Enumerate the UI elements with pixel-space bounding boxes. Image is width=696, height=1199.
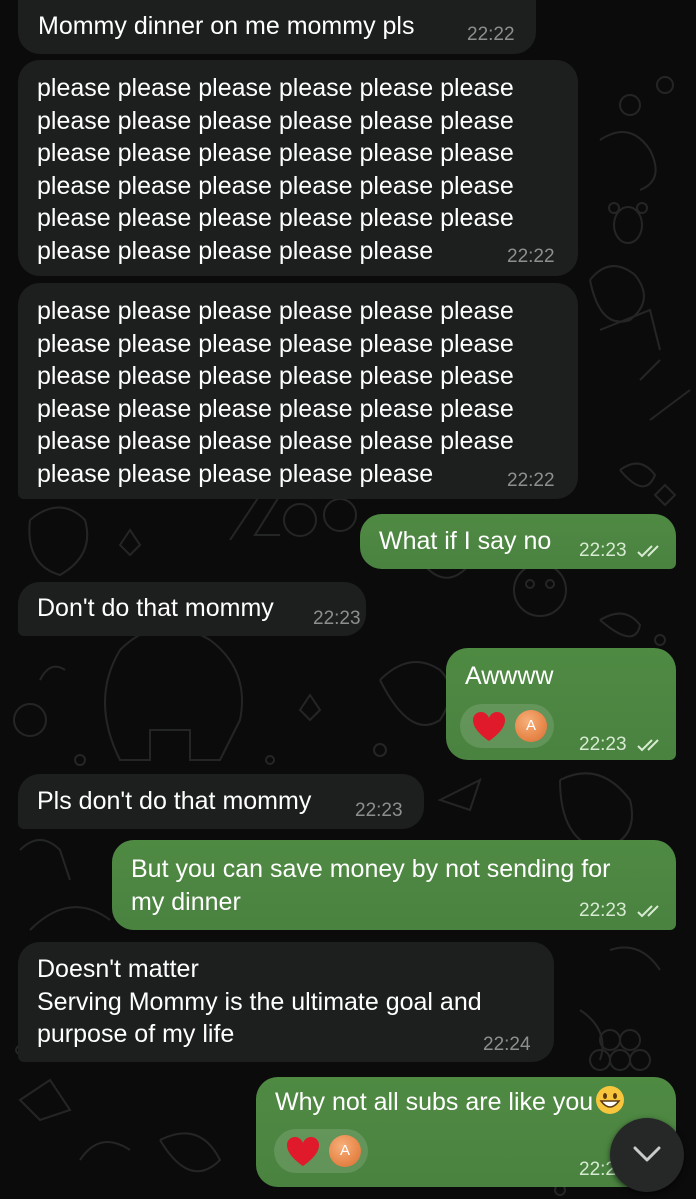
- message-text-line: purpose of my life: [37, 1020, 235, 1048]
- message-time: 22:22: [507, 246, 555, 267]
- double-check-icon: [637, 545, 659, 558]
- double-check-icon: [637, 905, 659, 918]
- message-text: Mommy dinner on me mommy pls: [38, 12, 415, 40]
- message-text: Why not all subs are like you: [275, 1085, 625, 1119]
- reaction-chip[interactable]: A: [274, 1129, 368, 1173]
- reactor-avatar: A: [329, 1135, 361, 1167]
- outgoing-message[interactable]: What if I say no 22:23: [360, 514, 676, 569]
- message-text-line: please please please please please pleas…: [37, 139, 514, 167]
- incoming-message[interactable]: Mommy dinner on me mommy pls 22:22: [18, 0, 536, 54]
- message-time: 22:23: [579, 540, 627, 561]
- message-text-line: please please please please please pleas…: [37, 171, 514, 200]
- message-text-line: my dinner: [131, 887, 241, 916]
- incoming-message[interactable]: Don't do that mommy 22:23: [18, 582, 366, 636]
- incoming-message[interactable]: Doesn't matter Serving Mommy is the ulti…: [18, 942, 554, 1062]
- reaction-chip[interactable]: A: [460, 704, 554, 748]
- message-time: 22:23: [579, 734, 627, 755]
- message-text-line: please please please please please pleas…: [37, 297, 514, 325]
- message-time: 22:24: [483, 1034, 531, 1055]
- message-time: 22:23: [313, 608, 361, 629]
- chat-view[interactable]: Mommy dinner on me mommy pls 22:22 pleas…: [0, 0, 696, 1199]
- message-text-line: please please please please please pleas…: [37, 204, 514, 232]
- double-check-icon: [637, 739, 659, 752]
- message-text-line: please please please please please pleas…: [37, 394, 514, 423]
- incoming-message[interactable]: please please please please please pleas…: [18, 283, 578, 499]
- outgoing-message[interactable]: But you can save money by not sending fo…: [112, 840, 676, 930]
- message-text: What if I say no: [379, 527, 552, 555]
- red-heart-icon: [473, 712, 505, 741]
- message-text: Don't do that mommy: [37, 594, 274, 622]
- outgoing-message[interactable]: Awwww A 22:23: [446, 648, 676, 760]
- message-text-line: please please please please please pleas…: [37, 106, 514, 135]
- message-time: 22:23: [579, 900, 627, 921]
- grinning-face-icon: [596, 1086, 625, 1114]
- message-time: 22:22: [507, 470, 555, 491]
- message-text-line: Serving Mommy is the ultimate goal and: [37, 987, 482, 1016]
- red-heart-icon: [287, 1137, 319, 1166]
- chevron-down-icon: [633, 1146, 661, 1162]
- message-text-line: But you can save money by not sending fo…: [131, 855, 611, 883]
- scroll-to-bottom-button[interactable]: [610, 1118, 684, 1192]
- message-text-line: please please please please please: [37, 236, 434, 265]
- reactor-avatar: A: [515, 710, 547, 742]
- message-text-line: please please please please please pleas…: [37, 74, 514, 102]
- message-time: 22:23: [355, 800, 403, 821]
- message-text-line: please please please please please pleas…: [37, 362, 514, 390]
- message-text-line: Doesn't matter: [37, 955, 199, 983]
- message-text-line: please please please please please: [37, 459, 434, 488]
- message-text: Pls don't do that mommy: [37, 787, 312, 815]
- incoming-message[interactable]: please please please please please pleas…: [18, 60, 578, 276]
- message-text-content: Why not all subs are like you: [275, 1088, 594, 1116]
- message-text-line: please please please please please pleas…: [37, 427, 514, 455]
- message-text: Awwww: [465, 662, 554, 690]
- message-time: 22:22: [467, 24, 515, 45]
- incoming-message[interactable]: Pls don't do that mommy 22:23: [18, 774, 424, 829]
- message-text-line: please please please please please pleas…: [37, 329, 514, 358]
